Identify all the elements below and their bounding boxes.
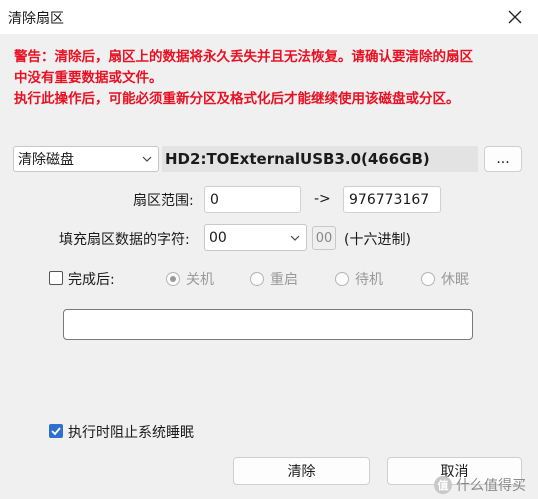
radio-restart[interactable]: 重启	[250, 269, 298, 289]
radio-dot	[250, 272, 264, 286]
watermark-text: 什么值得买	[456, 478, 526, 494]
status-box	[63, 309, 473, 340]
clear-mode-value: 清除磁盘	[18, 152, 74, 168]
radio-label: 休眠	[441, 272, 469, 288]
prevent-sleep-checkbox[interactable]	[49, 424, 63, 438]
range-arrow: ->	[314, 191, 331, 207]
clear-mode-select[interactable]: 清除磁盘	[13, 146, 159, 172]
hex-note: (十六进制)	[344, 232, 411, 248]
radio-dot	[166, 272, 180, 286]
chevron-down-icon	[290, 235, 300, 241]
checkmark-icon	[51, 427, 61, 436]
chevron-down-icon	[142, 156, 152, 162]
close-icon	[508, 10, 522, 24]
radio-shutdown[interactable]: 关机	[166, 269, 214, 289]
range-label: 扇区范围:	[133, 193, 194, 209]
disk-name: HD2:TOExternalUSB3.0(466GB)	[162, 146, 478, 172]
fill-label: 填充扇区数据的字符:	[59, 232, 190, 248]
radio-label: 关机	[186, 272, 214, 288]
window-title: 清除扇区	[8, 11, 64, 27]
after-completion-checkbox[interactable]	[49, 271, 63, 285]
prevent-sleep-label: 执行时阻止系统睡眠	[68, 425, 194, 441]
warning-line-2: 中没有重要数据或文件。	[14, 70, 163, 86]
fill-char-select[interactable]: 00	[204, 224, 307, 251]
watermark-logo: 值	[434, 476, 452, 494]
hex-value-box: 00	[312, 226, 336, 250]
range-start-input[interactable]	[204, 186, 301, 213]
fill-char-value: 00	[209, 229, 227, 246]
range-end-input[interactable]	[343, 186, 441, 213]
title-bar: 清除扇区	[0, 0, 538, 34]
warning-line-3: 执行此操作后，可能必须重新分区及格式化后才能继续使用该磁盘或分区。	[14, 91, 460, 107]
radio-dot	[421, 272, 435, 286]
radio-label: 重启	[270, 272, 298, 288]
radio-standby[interactable]: 待机	[335, 269, 383, 289]
browse-button[interactable]: ...	[484, 146, 522, 172]
close-button[interactable]	[500, 2, 530, 32]
clear-button[interactable]: 清除	[233, 457, 370, 485]
after-completion-label: 完成后:	[68, 272, 115, 288]
radio-label: 待机	[355, 272, 383, 288]
warning-line-1: 警告：清除后，扇区上的数据将永久丢失并且无法恢复。请确认要清除的扇区	[14, 49, 473, 65]
radio-hibernate[interactable]: 休眠	[421, 269, 469, 289]
watermark: 值 什么值得买	[434, 475, 526, 495]
radio-dot	[335, 272, 349, 286]
